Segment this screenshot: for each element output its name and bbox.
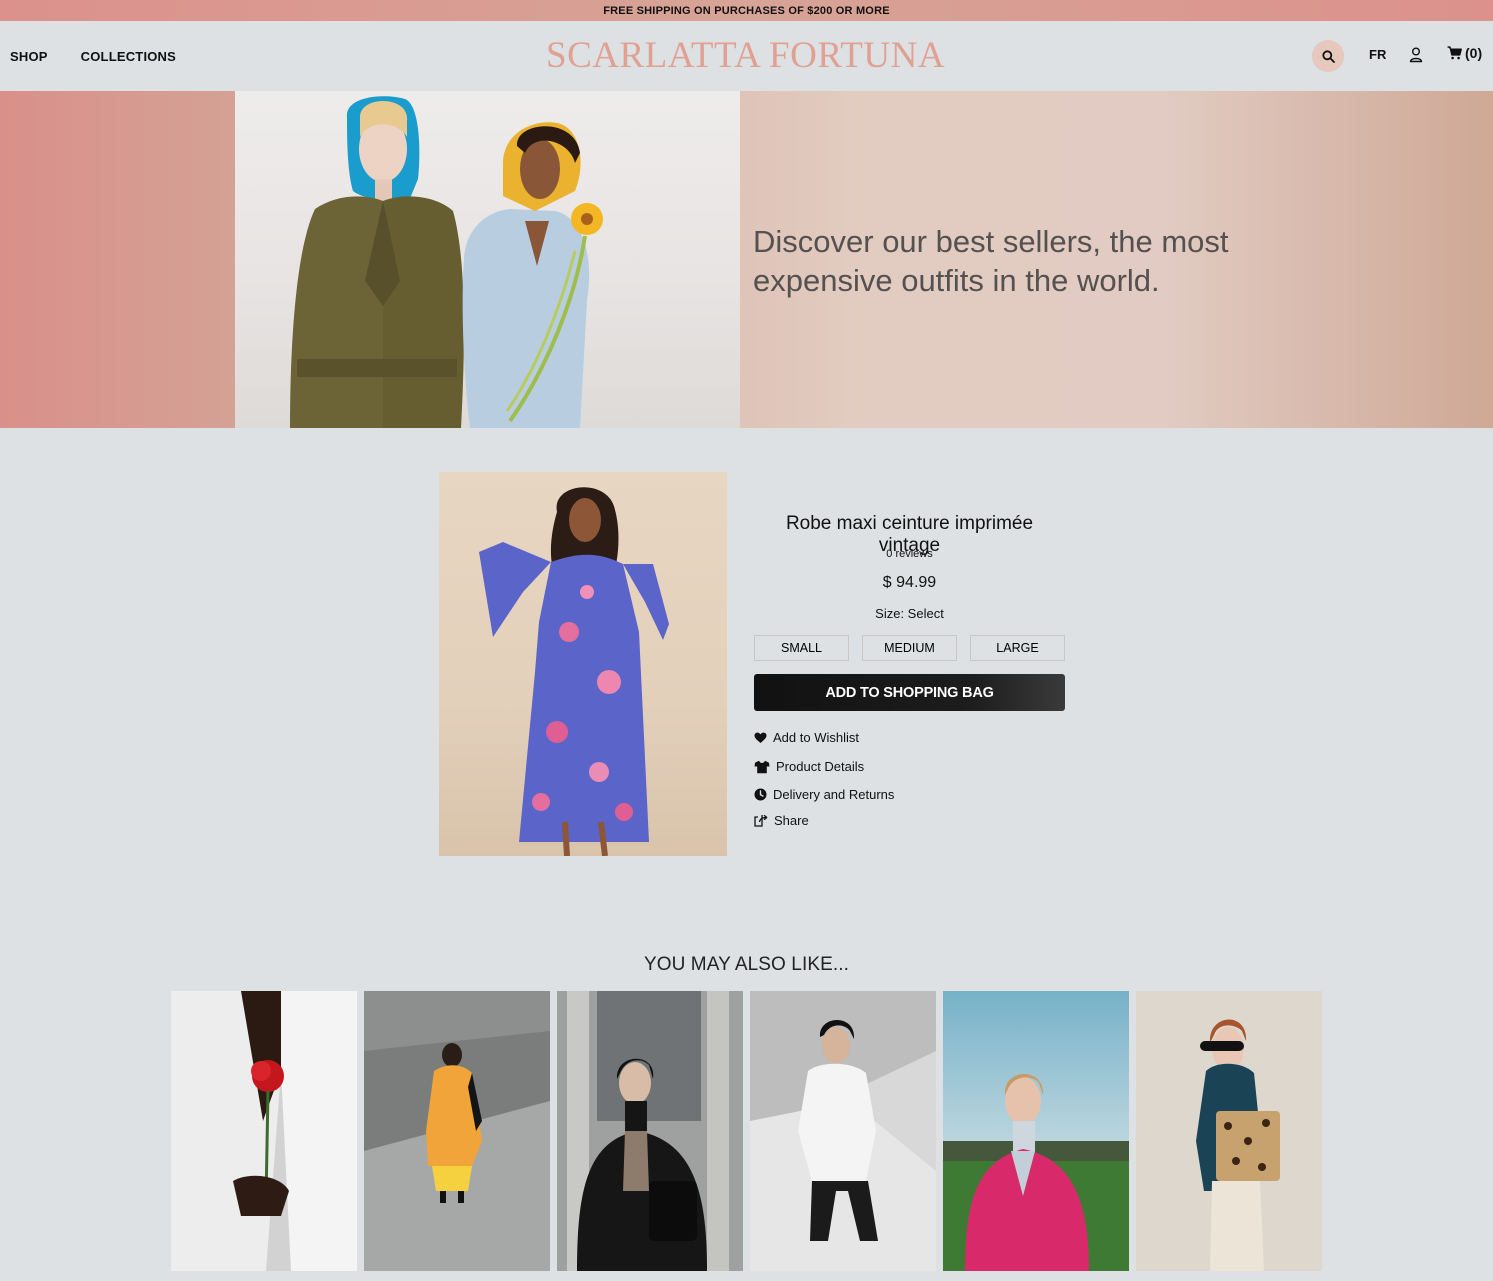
promo-text: FREE SHIPPING ON PURCHASES OF $200 OR MO… (603, 4, 890, 17)
delivery-returns-label: Delivery and Returns (773, 787, 895, 802)
main-nav: SHOP COLLECTIONS (10, 21, 176, 91)
delivery-returns-link[interactable]: Delivery and Returns (754, 787, 894, 802)
cart-icon (1447, 46, 1462, 60)
brand-logo[interactable]: SCARLATTA FORTUNA (546, 34, 945, 77)
wishlist-label: Add to Wishlist (773, 730, 859, 745)
product-reviews[interactable]: 0 reviews (754, 548, 1065, 560)
add-to-bag-button[interactable]: ADD TO SHOPPING BAG (754, 674, 1065, 711)
wishlist-link[interactable]: Add to Wishlist (754, 730, 859, 745)
nav-collections[interactable]: COLLECTIONS (81, 49, 176, 64)
search-icon (1321, 49, 1335, 63)
nav-shop[interactable]: SHOP (10, 49, 48, 64)
recommendation-item[interactable] (364, 991, 550, 1271)
size-large-button[interactable]: LARGE (970, 635, 1065, 661)
shirt-icon (754, 760, 770, 773)
user-icon (1409, 47, 1423, 63)
size-label: Size: Select (875, 606, 944, 621)
hero-photo (290, 96, 603, 428)
product-thumbnail (364, 991, 550, 1271)
site-header: SHOP COLLECTIONS SCARLATTA FORTUNA FR (0… (0, 21, 1493, 91)
size-medium-button[interactable]: MEDIUM (862, 635, 957, 661)
language-switch[interactable]: FR (1369, 47, 1386, 62)
heart-icon (754, 732, 767, 743)
share-icon (754, 814, 768, 827)
product-details-link[interactable]: Product Details (754, 759, 864, 774)
account-button[interactable] (1408, 46, 1424, 64)
recommendations-grid (171, 991, 1322, 1271)
product-details-label: Product Details (776, 759, 865, 774)
share-label: Share (774, 813, 809, 828)
product-thumbnail (1136, 991, 1322, 1271)
size-options: SMALL MEDIUM LARGE (754, 635, 1065, 661)
recommendations-title: YOU MAY ALSO LIKE... (643, 954, 850, 975)
hero-headline: Discover our best sellers, the most expe… (753, 224, 1229, 298)
product-thumbnail (750, 991, 936, 1271)
hero-image (235, 91, 740, 428)
product-thumbnail (171, 991, 357, 1271)
product-price: $ 94.99 (882, 574, 937, 591)
recommendation-item[interactable] (171, 991, 357, 1271)
product-photo (479, 487, 669, 856)
product-image[interactable] (439, 472, 727, 856)
share-link[interactable]: Share (754, 813, 809, 828)
recommendation-item[interactable] (750, 991, 936, 1271)
recommendation-item[interactable] (1136, 991, 1322, 1271)
cart-button[interactable]: (0) (1447, 45, 1482, 61)
product-thumbnail (943, 991, 1129, 1271)
product-thumbnail (557, 991, 743, 1271)
clock-icon (754, 788, 767, 801)
cart-count: (0) (1465, 45, 1483, 61)
search-button[interactable] (1312, 40, 1344, 72)
size-small-button[interactable]: SMALL (754, 635, 849, 661)
promo-banner: FREE SHIPPING ON PURCHASES OF $200 OR MO… (0, 0, 1493, 21)
recommendation-item[interactable] (557, 991, 743, 1271)
hero-banner: Discover our best sellers, the most expe… (0, 91, 1493, 428)
recommendation-item[interactable] (943, 991, 1129, 1271)
